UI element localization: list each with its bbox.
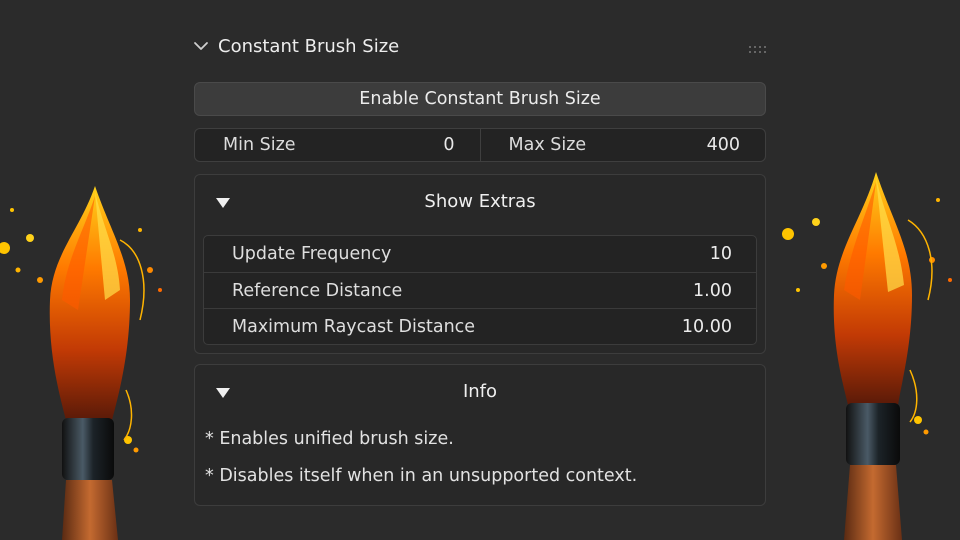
maximum-raycast-distance-field[interactable]: Maximum Raycast Distance 10.00 xyxy=(204,308,756,344)
max-size-value: 400 xyxy=(706,135,740,155)
show-extras-section: Show Extras Update Frequency 10 Referenc… xyxy=(194,174,766,354)
field-value: 10 xyxy=(709,244,732,264)
show-extras-title: Show Extras xyxy=(424,190,536,212)
update-frequency-field[interactable]: Update Frequency 10 xyxy=(204,236,756,272)
triangle-down-icon[interactable] xyxy=(215,194,231,208)
show-extras-header[interactable]: Show Extras xyxy=(195,175,765,227)
min-size-label: Min Size xyxy=(223,135,296,155)
info-header[interactable]: Info xyxy=(195,365,765,417)
field-label: Reference Distance xyxy=(232,280,403,301)
info-section: Info * Enables unified brush size. * Dis… xyxy=(194,364,766,506)
size-range-fields: Min Size 0 Max Size 400 xyxy=(194,128,766,162)
max-size-field[interactable]: Max Size 400 xyxy=(479,129,766,161)
field-value: 1.00 xyxy=(693,280,732,301)
extras-fields: Update Frequency 10 Reference Distance 1… xyxy=(203,235,757,345)
min-size-value: 0 xyxy=(443,135,455,155)
drag-grip-icon[interactable] xyxy=(748,40,768,53)
triangle-down-icon[interactable] xyxy=(215,384,231,398)
max-size-label: Max Size xyxy=(508,135,587,155)
panel-title: Constant Brush Size xyxy=(218,35,400,57)
reference-distance-field[interactable]: Reference Distance 1.00 xyxy=(204,272,756,308)
paintbrush-illustration xyxy=(0,186,162,540)
enable-constant-brush-size-button[interactable]: Enable Constant Brush Size xyxy=(194,82,766,116)
field-label: Update Frequency xyxy=(232,244,392,264)
chevron-down-icon[interactable] xyxy=(192,36,212,56)
panel-header[interactable]: Constant Brush Size xyxy=(192,32,768,60)
info-title: Info xyxy=(462,380,498,402)
info-line: * Enables unified brush size. xyxy=(205,429,454,449)
min-size-field[interactable]: Min Size 0 xyxy=(195,129,480,161)
paintbrush-illustration xyxy=(782,172,952,540)
info-line: * Disables itself when in an unsupported… xyxy=(205,466,638,486)
field-label: Maximum Raycast Distance xyxy=(232,316,476,337)
field-value: 10.00 xyxy=(681,316,732,337)
